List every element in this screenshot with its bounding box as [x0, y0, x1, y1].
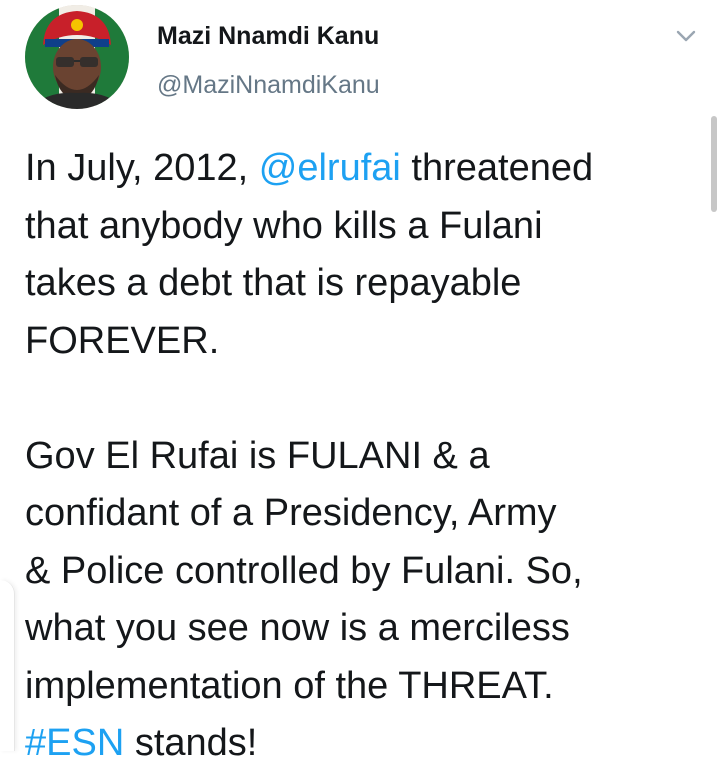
- tweet-line: confidant of a Presidency, Army: [25, 492, 557, 534]
- tweet-line: what you see now is a merciless: [25, 607, 570, 649]
- tweet-line: implementation of the THREAT.: [25, 664, 554, 707]
- hashtag-link[interactable]: #ESN: [25, 722, 124, 764]
- tweet-line: #ESN stands!: [25, 715, 695, 773]
- tweet-line: Gov El Rufai is FULANI & a: [25, 434, 490, 477]
- paragraph-break: [25, 370, 695, 428]
- tweet-line: & Police controlled by Fulani. So,: [25, 549, 583, 592]
- avatar-image: [25, 5, 129, 109]
- tweet-text: In July, 2012, @elrufai threatened that …: [25, 140, 695, 773]
- author-display-name[interactable]: Mazi Nnamdi Kanu: [157, 22, 379, 51]
- tweet-line: In July, 2012, @elrufai threatened: [25, 140, 695, 198]
- scrollbar[interactable]: [711, 116, 717, 212]
- tweet-text-segment: threatened: [400, 147, 594, 189]
- tweet-line: FOREVER.: [25, 319, 220, 362]
- tweet-text-segment: In July, 2012,: [25, 147, 259, 189]
- tweet: Mazi Nnamdi Kanu @MaziNnamdiKanu In July…: [0, 0, 720, 764]
- avatar[interactable]: [25, 5, 129, 109]
- edge-shadow: [0, 580, 15, 751]
- tweet-line: takes a debt that is repayable: [25, 262, 522, 304]
- tweet-line: that anybody who kills a Fulani: [25, 204, 543, 247]
- author-handle[interactable]: @MaziNnamdiKanu: [157, 71, 380, 100]
- chevron-down-icon[interactable]: [673, 25, 699, 45]
- mention-link[interactable]: @elrufai: [259, 147, 401, 189]
- tweet-text-segment: stands!: [124, 722, 258, 764]
